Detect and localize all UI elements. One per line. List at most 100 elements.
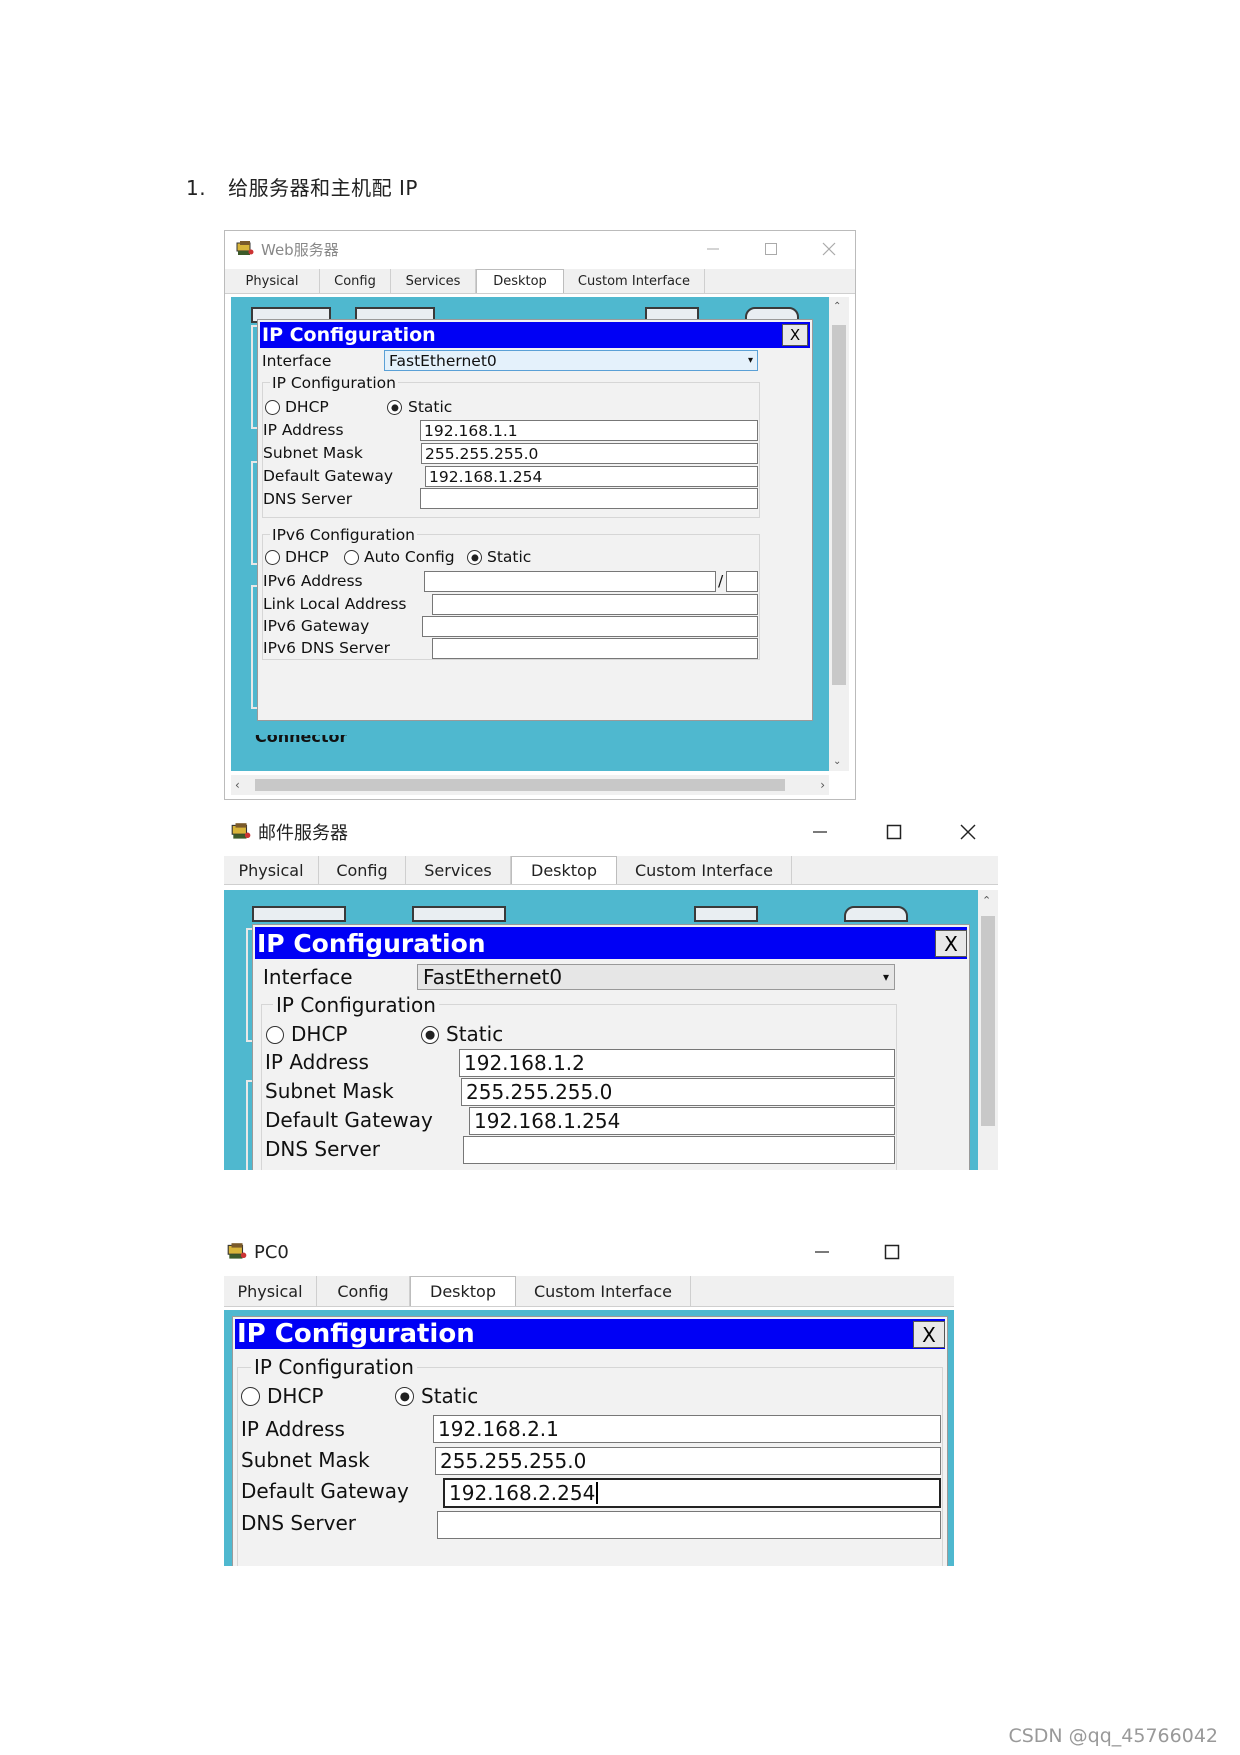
vertical-scrollbar[interactable]: ⌃ ⌄: [829, 297, 849, 771]
dns-server-field[interactable]: [463, 1136, 895, 1164]
subnet-mask-field[interactable]: 255.255.255.0: [421, 443, 758, 464]
subnet-mask-value: 255.255.255.0: [466, 1080, 613, 1104]
scroll-down-icon[interactable]: ⌄: [833, 756, 841, 767]
default-gateway-value: 192.168.2.254: [449, 1481, 596, 1505]
default-gateway-label: Default Gateway: [265, 1108, 433, 1132]
tab-physical[interactable]: Physical: [224, 1276, 317, 1306]
default-gateway-value: 192.168.1.254: [429, 467, 543, 486]
dialog-close-button[interactable]: X: [782, 324, 808, 346]
interface-select[interactable]: FastEthernet0 ▾: [417, 964, 895, 990]
dns-server-field[interactable]: [437, 1511, 941, 1539]
tab-custom-interface[interactable]: Custom Interface: [564, 269, 705, 293]
close-icon: [822, 242, 836, 256]
tab-services[interactable]: Services: [391, 269, 476, 293]
tab-desktop[interactable]: Desktop: [476, 269, 564, 293]
subnet-mask-field[interactable]: 255.255.255.0: [461, 1078, 895, 1106]
heading-number: 1.: [186, 176, 207, 200]
tab-services[interactable]: Services: [406, 856, 511, 884]
tab-desktop[interactable]: Desktop: [410, 1276, 516, 1306]
ipv6-dhcp-radio[interactable]: [265, 550, 280, 565]
tab-config[interactable]: Config: [319, 856, 406, 884]
maximize-button[interactable]: [874, 812, 914, 852]
minimize-button[interactable]: [693, 231, 733, 267]
default-gateway-field[interactable]: 192.168.1.254: [469, 1107, 895, 1135]
ip-address-field[interactable]: 192.168.2.1: [433, 1415, 941, 1443]
dhcp-radio[interactable]: [265, 400, 280, 415]
interface-label: Interface: [263, 965, 353, 989]
desktop-app-icon[interactable]: [844, 906, 908, 922]
ipv6-auto-config-radio[interactable]: [344, 550, 359, 565]
default-gateway-field[interactable]: 192.168.1.254: [425, 466, 758, 487]
static-radio[interactable]: [387, 400, 402, 415]
dialog-close-button[interactable]: X: [935, 930, 967, 957]
desktop-app-icon[interactable]: [252, 906, 346, 922]
dialog-close-button[interactable]: X: [913, 1321, 945, 1348]
desktop-app-icon[interactable]: [412, 906, 506, 922]
tab-custom-interface[interactable]: Custom Interface: [516, 1276, 691, 1306]
tab-bar: Physical Config Desktop Custom Interface: [224, 1276, 954, 1307]
maximize-button[interactable]: [751, 231, 791, 267]
dns-server-label: DNS Server: [241, 1511, 356, 1535]
subnet-mask-field[interactable]: 255.255.255.0: [435, 1447, 941, 1475]
scroll-up-icon[interactable]: ⌃: [833, 301, 841, 312]
link-local-field[interactable]: [432, 594, 758, 615]
ipv6-prefix-field[interactable]: [726, 571, 758, 592]
ipv6-gateway-field[interactable]: [422, 616, 758, 637]
desktop-app-icon[interactable]: [694, 906, 758, 922]
static-radio[interactable]: [395, 1387, 414, 1406]
dhcp-radio[interactable]: [266, 1026, 284, 1044]
close-button[interactable]: [809, 231, 849, 267]
web-server-window: Web服务器 Physical Config Services Desktop …: [224, 230, 856, 800]
scroll-left-icon[interactable]: ‹: [235, 778, 240, 792]
maximize-icon: [886, 824, 902, 840]
tab-custom-interface[interactable]: Custom Interface: [617, 856, 792, 884]
tab-desktop[interactable]: Desktop: [511, 856, 617, 884]
minimize-button[interactable]: [802, 1232, 842, 1272]
static-radio[interactable]: [421, 1026, 439, 1044]
scroll-up-icon[interactable]: ⌃: [982, 894, 991, 907]
packet-tracer-app-icon: [230, 822, 252, 842]
close-button[interactable]: [948, 812, 988, 852]
maximize-button[interactable]: [872, 1232, 912, 1272]
dialog-title: IP Configuration: [257, 928, 486, 958]
dns-server-label: DNS Server: [263, 490, 353, 508]
subnet-mask-label: Subnet Mask: [241, 1448, 370, 1472]
dhcp-label: DHCP: [291, 1022, 348, 1046]
minimize-button[interactable]: [800, 812, 840, 852]
default-gateway-field[interactable]: 192.168.2.254: [443, 1478, 941, 1508]
mail-server-window: 邮件服务器 Physical Config Services Desktop C…: [224, 812, 998, 1170]
dialog-title-bar: IP Configuration: [255, 927, 967, 959]
ipv6-dns-field[interactable]: [432, 638, 758, 659]
vertical-scrollbar[interactable]: ⌃: [978, 890, 998, 1170]
ipv4-group-label: IP Configuration: [251, 1355, 417, 1379]
maximize-icon: [884, 1244, 900, 1260]
chevron-down-icon: ▾: [882, 970, 889, 984]
horizontal-scrollbar[interactable]: ‹ ›: [231, 775, 829, 795]
scroll-right-icon[interactable]: ›: [820, 778, 825, 792]
dns-server-field[interactable]: [420, 488, 758, 509]
scrollbar-thumb[interactable]: [255, 779, 785, 791]
window-title: PC0: [254, 1241, 289, 1263]
ip-address-field[interactable]: 192.168.1.2: [459, 1049, 895, 1077]
ipv6-address-field[interactable]: [424, 571, 716, 592]
dhcp-radio[interactable]: [241, 1387, 260, 1406]
ipv6-auto-config-label: Auto Config: [364, 548, 455, 566]
ip-configuration-dialog: IP Configuration X IP Configuration DHCP…: [232, 1316, 948, 1566]
tab-physical[interactable]: Physical: [225, 269, 320, 293]
chevron-down-icon: ▾: [747, 355, 753, 366]
scrollbar-thumb[interactable]: [981, 916, 995, 1126]
static-label: Static: [446, 1022, 504, 1046]
dialog-title: IP Configuration: [262, 324, 436, 346]
tab-config[interactable]: Config: [320, 269, 391, 293]
close-icon: [960, 824, 976, 840]
tab-bar: Physical Config Services Desktop Custom …: [224, 856, 998, 885]
scrollbar-thumb[interactable]: [832, 325, 846, 685]
tab-physical[interactable]: Physical: [224, 856, 319, 884]
interface-select[interactable]: FastEthernet0 ▾: [384, 350, 758, 371]
default-gateway-value: 192.168.1.254: [474, 1109, 621, 1133]
packet-tracer-app-icon: [235, 240, 255, 258]
tab-config[interactable]: Config: [317, 1276, 410, 1306]
ipv6-static-radio[interactable]: [467, 550, 482, 565]
window-title: 邮件服务器: [258, 823, 348, 844]
ip-address-field[interactable]: 192.168.1.1: [420, 420, 758, 441]
